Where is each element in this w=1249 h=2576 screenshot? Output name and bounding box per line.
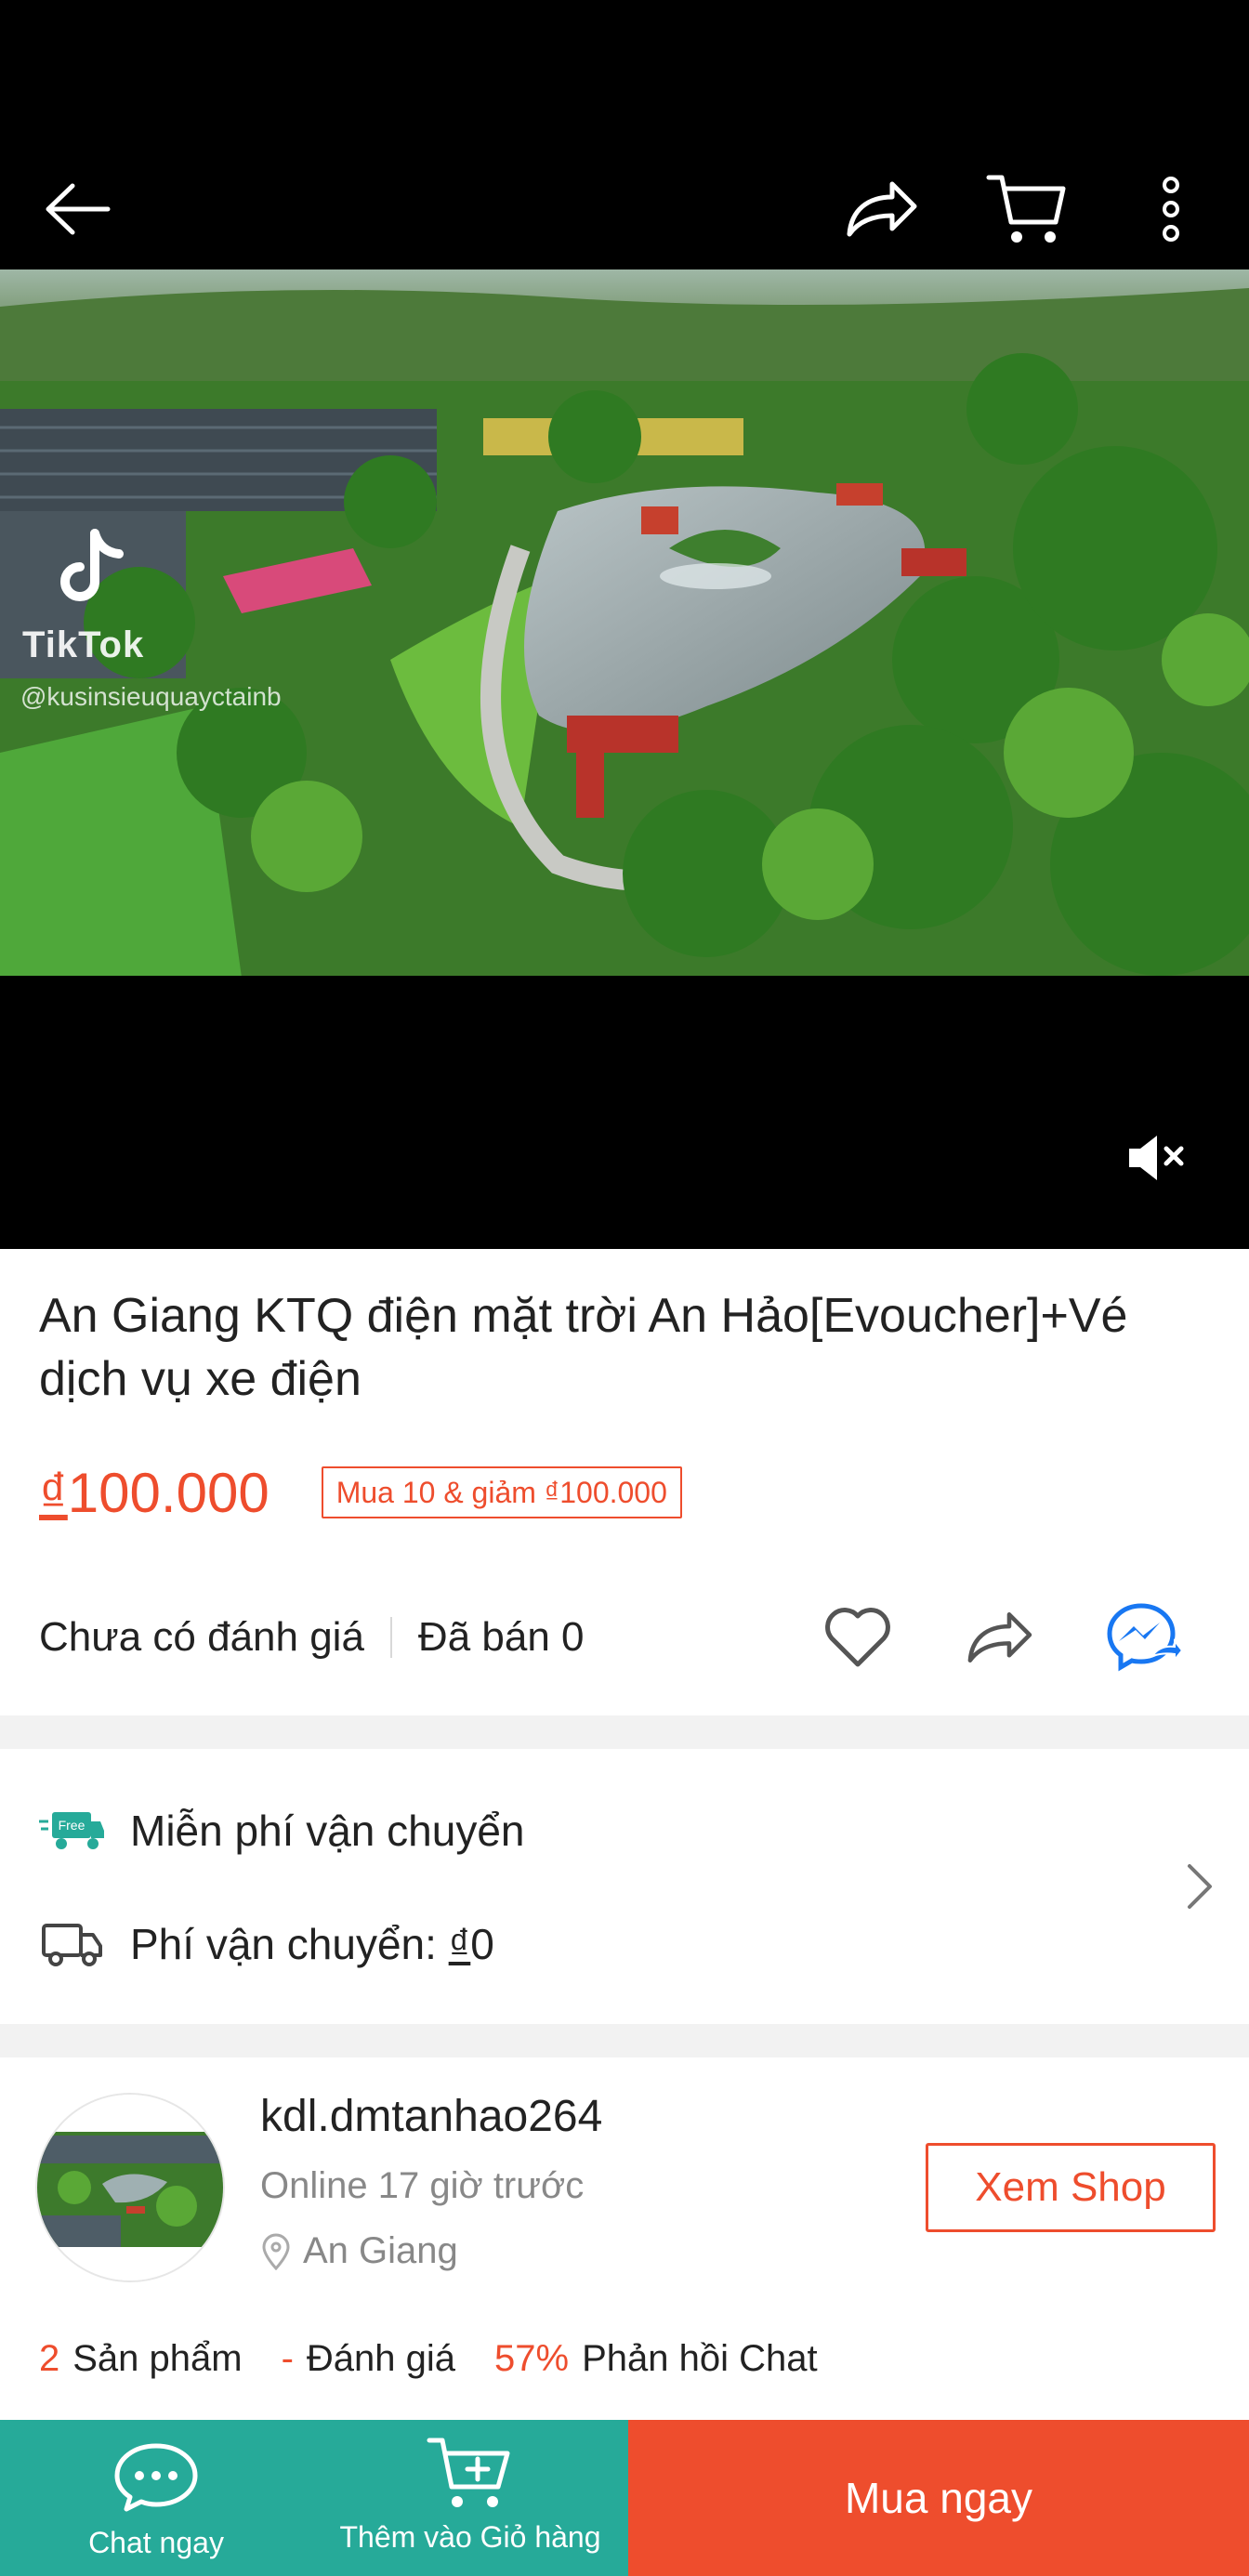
shop-products-label: Sản phẩm xyxy=(72,2337,243,2379)
sold-count: Đã bán 0 xyxy=(417,1614,585,1660)
shop-ratings-stat[interactable]: - Đánh giá xyxy=(282,2338,455,2380)
tiktok-watermark-handle: @kusinsieuquayctainb xyxy=(20,682,282,711)
shipping-fee-label: Phí vận chuyển: ₫0 xyxy=(130,1919,494,1969)
add-to-cart-label: Thêm vào Giỏ hàng xyxy=(339,2520,601,2554)
add-to-cart-button[interactable]: Thêm vào Giỏ hàng xyxy=(312,2420,628,2576)
stats-divider xyxy=(389,1617,392,1658)
product-price: ₫100.000 xyxy=(39,1461,270,1525)
product-media: TikTok @kusinsieuquayctainb xyxy=(0,0,1249,1249)
shop-products-count: 2 xyxy=(39,2337,60,2379)
more-vertical-icon xyxy=(1163,177,1179,242)
chevron-right-icon[interactable] xyxy=(1178,1859,1219,1914)
free-shipping-truck-icon: Free xyxy=(39,1803,106,1859)
shipping-fee-row[interactable]: Phí vận chuyển: ₫0 xyxy=(39,1907,494,1981)
shop-name[interactable]: kdl.dmtanhao264 xyxy=(260,2091,602,2142)
price-row: ₫100.000 Mua 10 & giảm ₫100.000 xyxy=(39,1457,682,1528)
buy-now-button[interactable]: Mua ngay xyxy=(628,2420,1249,2576)
add-to-cart-icon xyxy=(427,2438,510,2507)
product-title: An Giang KTQ điện mặt trời An Hảo[Evouch… xyxy=(39,1289,1128,1406)
chat-now-button[interactable]: Chat ngay xyxy=(0,2420,312,2576)
free-shipping-label: Miễn phí vận chuyển xyxy=(130,1807,525,1855)
product-stats-row: Chưa có đánh giá Đã bán 0 xyxy=(39,1602,1210,1673)
mute-icon xyxy=(1129,1136,1184,1180)
top-nav-bar xyxy=(0,167,1249,251)
location-pin-icon xyxy=(262,2233,290,2270)
back-button[interactable] xyxy=(33,167,123,251)
video-frame-image xyxy=(0,269,1249,978)
shop-location-text: An Giang xyxy=(303,2230,458,2271)
shipping-fee-prefix: Phí vận chuyển: xyxy=(130,1920,449,1968)
messenger-icon xyxy=(1107,1603,1182,1672)
share-product-button[interactable] xyxy=(959,1602,1039,1673)
messenger-share-button[interactable] xyxy=(1104,1602,1184,1673)
tiktok-logo-icon xyxy=(60,529,124,601)
shop-location: An Giang xyxy=(260,2230,458,2272)
price-currency: ₫ xyxy=(39,1461,68,1524)
shop-avatar[interactable] xyxy=(35,2093,225,2282)
section-gap xyxy=(0,2024,1249,2057)
chat-now-label: Chat ngay xyxy=(88,2526,224,2559)
share-icon xyxy=(967,1612,1032,1663)
like-button[interactable] xyxy=(818,1602,898,1673)
heart-icon xyxy=(825,1608,890,1667)
section-gap xyxy=(0,1715,1249,1749)
mute-button[interactable] xyxy=(1123,1124,1190,1191)
view-shop-button[interactable]: Xem Shop xyxy=(926,2143,1216,2232)
share-icon xyxy=(847,181,917,237)
truck-icon xyxy=(39,1916,106,1972)
bottom-action-bar: Chat ngay Thêm vào Giỏ hàng Mua ngay xyxy=(0,2420,1249,2576)
back-arrow-icon xyxy=(46,183,111,235)
price-value: 100.000 xyxy=(67,1461,270,1524)
more-options-button[interactable] xyxy=(1126,167,1216,251)
shop-chat-response-label: Phản hồi Chat xyxy=(582,2337,818,2379)
shipping-fee-currency: ₫ xyxy=(448,1920,471,1968)
shop-stats: 2 Sản phẩm - Đánh giá 57% Phản hồi Chat xyxy=(39,2329,857,2388)
bundle-discount-badge[interactable]: Mua 10 & giảm ₫100.000 xyxy=(321,1466,682,1518)
share-button[interactable] xyxy=(836,167,926,251)
shop-products-stat[interactable]: 2 Sản phẩm xyxy=(39,2338,243,2380)
shop-online-status: Online 17 giờ trước xyxy=(260,2165,585,2206)
tiktok-watermark-label: TikTok xyxy=(22,624,145,665)
shop-ratings-count: - xyxy=(281,2337,294,2379)
free-badge-text: Free xyxy=(59,1818,85,1833)
cart-button[interactable] xyxy=(982,167,1072,251)
rating-status[interactable]: Chưa có đánh giá xyxy=(39,1614,364,1661)
shipping-fee-value: 0 xyxy=(470,1920,494,1968)
free-shipping-row[interactable]: Free Miễn phí vận chuyển xyxy=(39,1794,525,1868)
shop-chat-response-stat: 57% Phản hồi Chat xyxy=(494,2338,818,2380)
shop-chat-response-rate: 57% xyxy=(494,2337,570,2379)
cart-icon xyxy=(986,175,1066,243)
chat-bubble-icon xyxy=(114,2443,198,2512)
shop-ratings-label: Đánh giá xyxy=(306,2337,456,2379)
product-video[interactable] xyxy=(0,269,1249,978)
product-page: TikTok @kusinsieuquayctainb An Giang KTQ… xyxy=(0,0,1249,2576)
